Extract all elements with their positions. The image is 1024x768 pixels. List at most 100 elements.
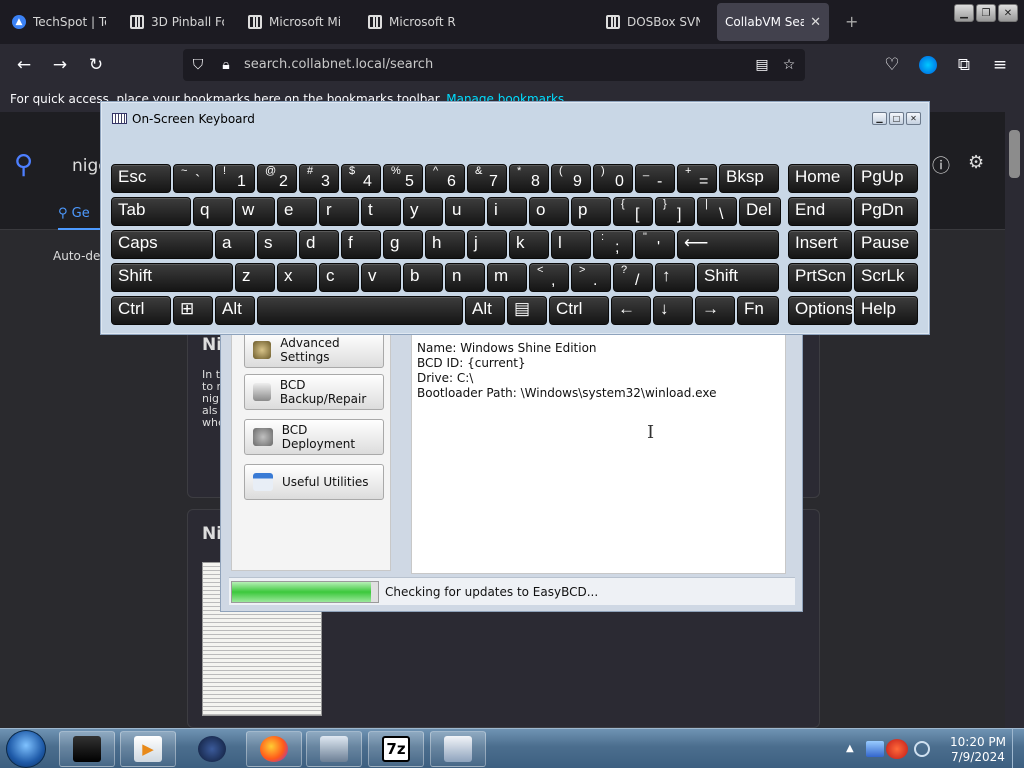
bcd-deployment-button[interactable]: BCD Deployment [244, 419, 384, 455]
info-icon[interactable]: ⓘ [932, 152, 950, 178]
key-fn[interactable]: Fn [737, 296, 779, 325]
tab-microsoft-min[interactable]: Microsoft Min [240, 3, 350, 41]
key-u[interactable]: u [445, 197, 485, 226]
show-desktop-button[interactable] [1012, 729, 1024, 768]
key-7[interactable]: & 7 [467, 164, 507, 193]
key-l[interactable]: l [551, 230, 591, 259]
key-8[interactable]: * 8 [509, 164, 549, 193]
restore-icon[interactable]: ❐ [976, 4, 996, 22]
reader-view-icon[interactable]: ▤ [753, 56, 771, 74]
key-p[interactable]: p [571, 197, 611, 226]
clock-date[interactable]: 7/9/2024 [951, 750, 1005, 764]
key-rbracket[interactable]: }] [655, 197, 695, 226]
key-del[interactable]: Del [739, 197, 781, 226]
key-semicolon[interactable]: :; [593, 230, 633, 259]
key-i[interactable]: i [487, 197, 527, 226]
key-b[interactable]: b [403, 263, 443, 292]
key-backtick[interactable]: ~ ` [173, 164, 213, 193]
key-d[interactable]: d [299, 230, 339, 259]
key-g[interactable]: g [383, 230, 423, 259]
extensions-icon[interactable]: ⧉ [952, 53, 976, 77]
volume-icon[interactable] [914, 741, 930, 757]
tab-microsoft-r[interactable]: Microsoft R [360, 3, 470, 41]
key-o[interactable]: o [529, 197, 569, 226]
key-x[interactable]: x [277, 263, 317, 292]
key-v[interactable]: v [361, 263, 401, 292]
page-scrollbar[interactable] [1005, 112, 1024, 728]
key-down[interactable]: ↓ [653, 296, 693, 325]
key-tab[interactable]: Tab [111, 197, 191, 226]
pocket-icon[interactable]: ♡ [880, 53, 904, 77]
key-home[interactable]: Home [788, 164, 852, 193]
key-alt-left[interactable]: Alt [215, 296, 255, 325]
settings-gear-icon[interactable]: ⚙ [968, 152, 984, 173]
key-k[interactable]: k [509, 230, 549, 259]
tray-expand-icon[interactable]: ▲ [846, 743, 854, 754]
key-pgup[interactable]: PgUp [854, 164, 918, 193]
search-logo-icon[interactable]: ⚲ [14, 150, 33, 180]
key-6[interactable]: ^ 6 [425, 164, 465, 193]
key-s[interactable]: s [257, 230, 297, 259]
key-3[interactable]: #3 [299, 164, 339, 193]
key-caps[interactable]: Caps [111, 230, 213, 259]
key-f[interactable]: f [341, 230, 381, 259]
maximize-icon[interactable]: □ [889, 112, 904, 125]
key-a[interactable]: a [215, 230, 255, 259]
key-quote[interactable]: " ' [635, 230, 675, 259]
address-bar[interactable]: ⛉ 🔒︎ search.collabnet.local/search ▤ ☆ [183, 49, 805, 81]
key-end[interactable]: End [788, 197, 852, 226]
taskbar-black-app[interactable] [59, 731, 115, 767]
tab-collabvm-search[interactable]: CollabVM Sear ✕ [717, 3, 829, 41]
key-m[interactable]: m [487, 263, 527, 292]
key-e[interactable]: e [277, 197, 317, 226]
key-j[interactable]: j [467, 230, 507, 259]
tab-3d-pinball[interactable]: 3D Pinball For [122, 3, 232, 41]
taskbar-media-player[interactable]: ▶ [120, 731, 176, 767]
key-pause[interactable]: Pause [854, 230, 918, 259]
taskbar-globe-app[interactable] [184, 731, 240, 767]
close-icon[interactable]: ✕ [810, 15, 821, 30]
key-ctrl-right[interactable]: Ctrl [549, 296, 609, 325]
taskbar-computer-app[interactable] [306, 731, 362, 767]
key-esc[interactable]: Esc [111, 164, 171, 193]
key-equals[interactable]: + = [677, 164, 717, 193]
menu-icon[interactable]: ≡ [988, 53, 1012, 77]
key-r[interactable]: r [319, 197, 359, 226]
key-h[interactable]: h [425, 230, 465, 259]
security-icon[interactable] [886, 739, 908, 759]
key-slash[interactable]: ? / [613, 263, 653, 292]
key-shift-left[interactable]: Shift [111, 263, 233, 292]
shield-icon[interactable]: ⛉ [189, 56, 207, 74]
forward-icon[interactable]: → [48, 53, 72, 77]
lock-icon[interactable]: 🔒︎ [217, 56, 235, 74]
key-ctrl-left[interactable]: Ctrl [111, 296, 171, 325]
key-w[interactable]: w [235, 197, 275, 226]
key-win[interactable]: ⊞ [173, 296, 213, 325]
tab-dosbox[interactable]: DOSBox SVN, [598, 3, 708, 41]
key-bksp[interactable]: Bksp [719, 164, 779, 193]
key-lbracket[interactable]: {[ [613, 197, 653, 226]
key-c[interactable]: c [319, 263, 359, 292]
key-2[interactable]: @2 [257, 164, 297, 193]
key-comma[interactable]: <, [529, 263, 569, 292]
key-right[interactable]: → [695, 296, 735, 325]
account-icon[interactable] [916, 53, 940, 77]
key-scrlk[interactable]: ScrLk [854, 263, 918, 292]
auto-detect-label[interactable]: Auto-det [53, 249, 105, 263]
reload-icon[interactable]: ↻ [84, 53, 108, 77]
tab-general[interactable]: ⚲ Ge [58, 206, 90, 221]
network-icon[interactable] [866, 741, 884, 757]
key-options[interactable]: Options [788, 296, 854, 325]
key-insert[interactable]: Insert [788, 230, 852, 259]
key-9[interactable]: (9 [551, 164, 591, 193]
minimize-icon[interactable]: ▁ [954, 4, 974, 22]
useful-utilities-button[interactable]: Useful Utilities [244, 464, 384, 500]
key-period[interactable]: >. [571, 263, 611, 292]
key-backslash[interactable]: | \ [697, 197, 737, 226]
tab-techspot[interactable]: ▲ TechSpot | Te [4, 3, 114, 41]
key-menu[interactable]: ▤ [507, 296, 547, 325]
key-prtscn[interactable]: PrtScn [788, 263, 852, 292]
new-tab-icon[interactable]: + [845, 12, 858, 31]
osk-title-bar[interactable]: On-Screen Keyboard ▁ □ ✕ [101, 102, 929, 132]
key-0[interactable]: ) 0 [593, 164, 633, 193]
